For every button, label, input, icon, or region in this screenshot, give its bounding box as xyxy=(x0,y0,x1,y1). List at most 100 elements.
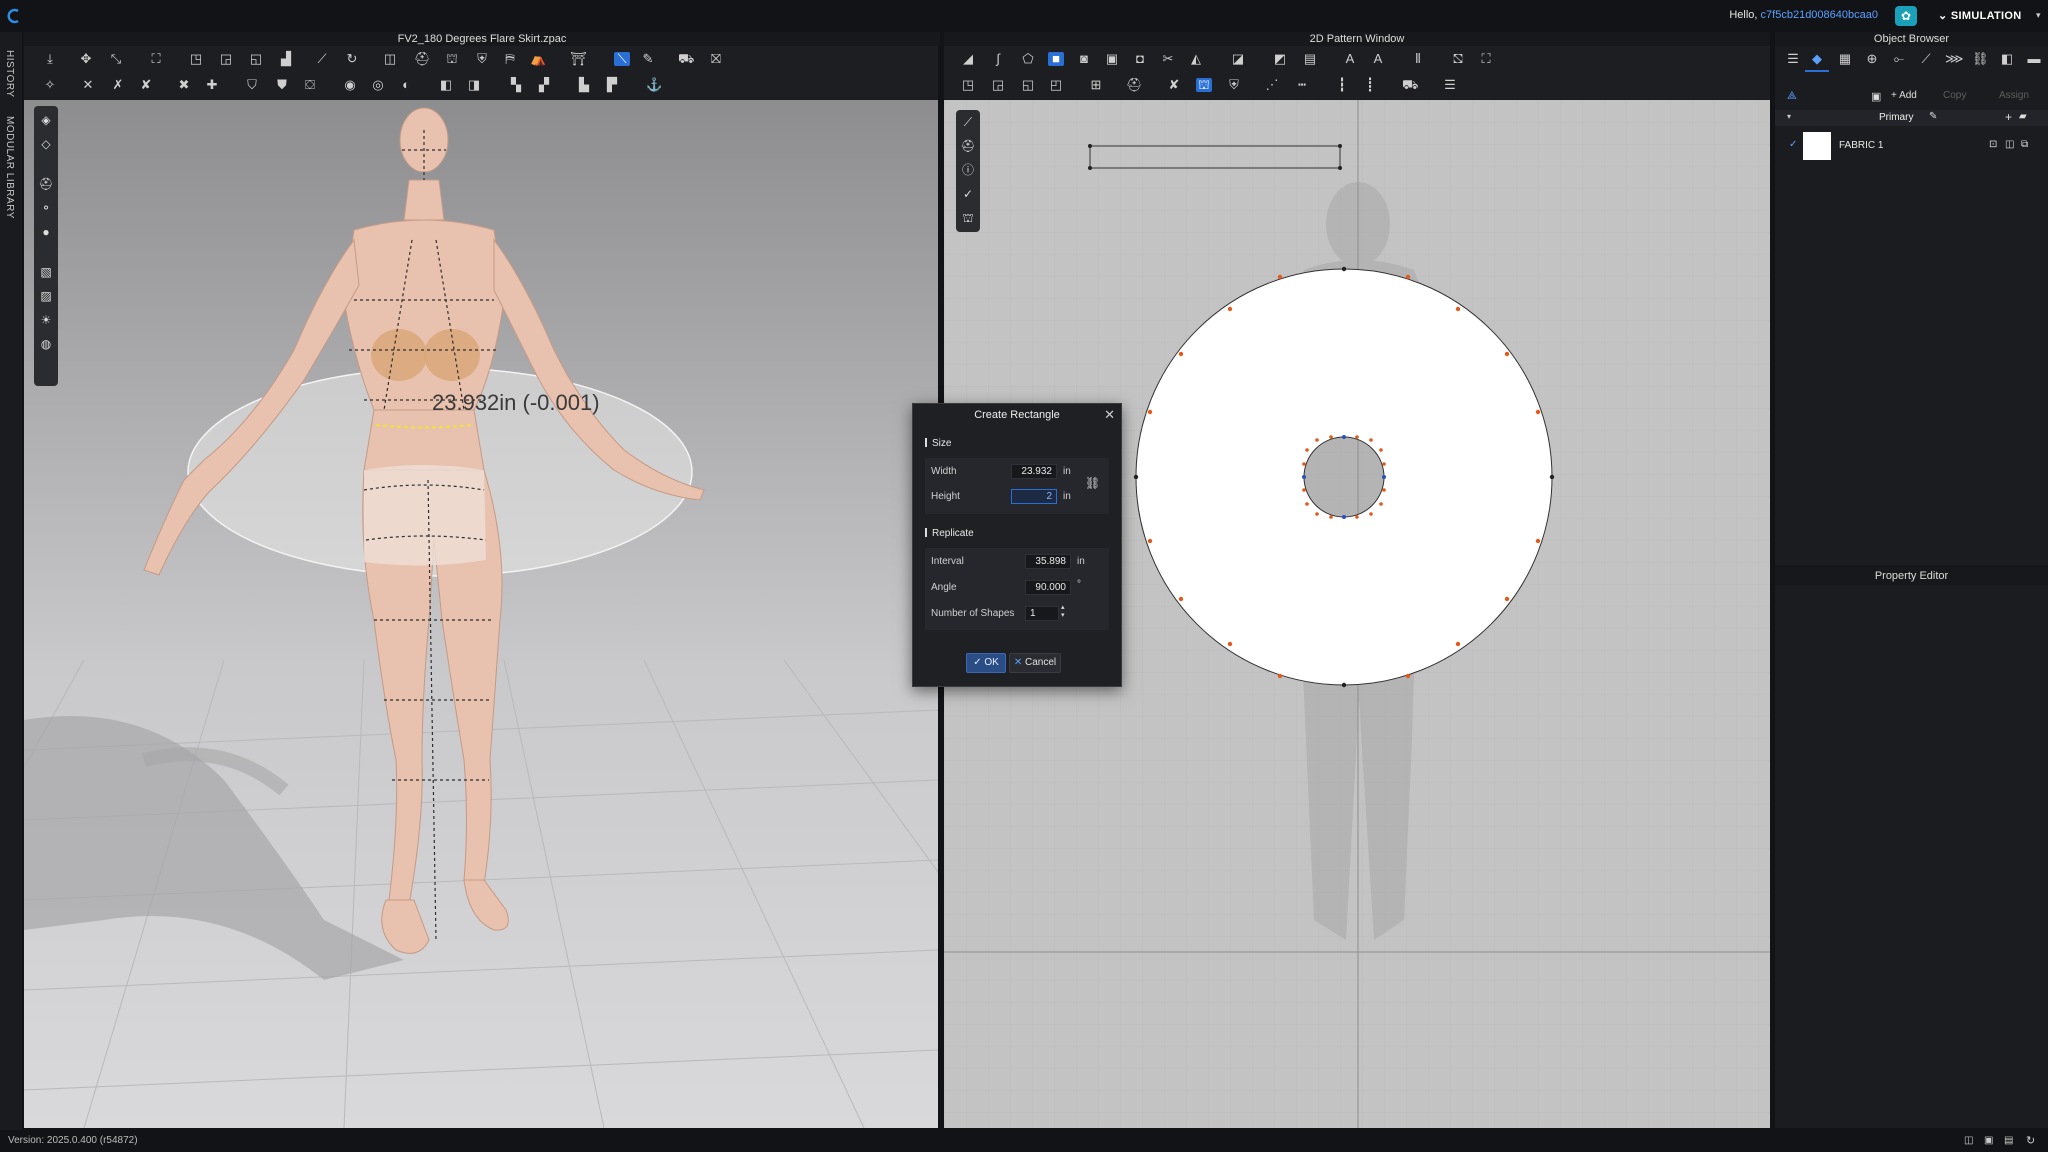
folder-icon[interactable]: ▰ xyxy=(2019,111,2027,122)
internal-rectangle-icon[interactable]: ▣ xyxy=(1104,52,1120,66)
globe-icon[interactable]: ◎ xyxy=(370,78,386,92)
binding-icon[interactable]: ◱ xyxy=(1020,78,1036,92)
seam-allowance-icon[interactable]: ◳ xyxy=(960,78,976,92)
list-icon[interactable]: ☰ xyxy=(1785,52,1801,66)
fold-pattern-icon[interactable]: ⛞ xyxy=(1450,52,1466,66)
tab-history[interactable]: HISTORY xyxy=(4,50,15,98)
show-garment-icon[interactable]: ⛑ xyxy=(38,176,54,192)
hanger-icon[interactable]: ⛺ xyxy=(530,52,546,66)
pattern-assign-icon[interactable]: ◫ xyxy=(2005,139,2014,150)
shrink-icon[interactable]: ▛ xyxy=(604,78,620,92)
strengthen-icon[interactable]: ▙ xyxy=(576,78,592,92)
anchor-icon[interactable]: ⚓ xyxy=(646,78,662,92)
transform-icon[interactable]: ⤡ xyxy=(108,52,124,66)
graphic-tab-icon[interactable]: ◧ xyxy=(1999,52,2015,66)
copy-button[interactable]: Copy xyxy=(1943,90,1966,101)
pencil-icon[interactable]: ✎ xyxy=(640,52,656,66)
fabric-list-item[interactable]: ✓ FABRIC 1 ⊡ ◫ ⧉ xyxy=(1775,130,2048,162)
refresh-icon[interactable]: ↻ xyxy=(2026,1134,2035,1147)
text-icon[interactable]: A xyxy=(1342,52,1358,66)
line-tool-icon[interactable]: ⟋ xyxy=(960,114,976,130)
pin-icon[interactable]: ◱ xyxy=(248,52,264,66)
viewport-3d[interactable]: 23.932in (-0.001) ◈ ◇ ⛑ ⚬ ● ▧ ▨ ☀ ◍ xyxy=(24,100,938,1128)
check-icon[interactable]: ✓ xyxy=(1789,139,1797,150)
3d-view-icon[interactable]: ◈ xyxy=(38,112,54,128)
sew-2d-icon[interactable]: ✘ xyxy=(1166,78,1182,92)
graphic-2d-icon[interactable]: ⛟ xyxy=(1402,78,1418,92)
grid-icon[interactable]: ☰ xyxy=(1442,78,1458,92)
rectangle-icon[interactable]: ■ xyxy=(1048,52,1064,66)
trace-icon[interactable]: ◐ xyxy=(398,78,414,92)
layer-edit-icon[interactable]: ◨ xyxy=(466,78,482,92)
fabric-edit-icon[interactable]: ⛊ xyxy=(274,78,290,92)
fabric-icon[interactable]: ⛉ xyxy=(244,78,260,92)
topstitch-tab-icon[interactable]: ⟋ xyxy=(1918,52,1934,66)
move-icon[interactable]: ✥ xyxy=(78,52,94,66)
light-icon[interactable]: ☀ xyxy=(38,312,54,328)
link-icon[interactable]: ⛓ xyxy=(1085,476,1100,490)
fit-icon[interactable]: ⛋ xyxy=(302,78,318,92)
user-greeting[interactable]: Hello, c7f5cb21d008640bcaa0 xyxy=(1729,9,1878,21)
texture-view-icon[interactable]: ▧ xyxy=(38,264,54,280)
fabric-swatch[interactable] xyxy=(1803,132,1831,160)
puckering-icon[interactable]: ▚ xyxy=(508,78,524,92)
sew-segment-icon[interactable]: ✗ xyxy=(110,78,126,92)
measure-icon[interactable]: ⛩ xyxy=(570,52,587,66)
apply-icon[interactable]: ⊡ xyxy=(1989,139,1997,150)
trim-tab-icon[interactable]: ⛓ xyxy=(1972,52,1989,66)
info-icon[interactable]: ⓘ xyxy=(960,162,976,178)
close-icon[interactable]: ✕ xyxy=(1104,407,1115,423)
tab-modular-library[interactable]: MODULAR LIBRARY xyxy=(4,116,15,219)
dashed-line-icon[interactable]: ┅ xyxy=(1294,78,1310,92)
gusset-icon[interactable]: ◪ xyxy=(1230,52,1246,66)
add-colorway-icon[interactable]: + xyxy=(2005,110,2012,124)
show-trims-icon[interactable]: ⚬ xyxy=(38,200,54,216)
rotate-icon[interactable]: ↻ xyxy=(344,52,360,66)
colorway-row[interactable]: ▾ Primary ✎ + ▰ xyxy=(1775,110,2048,126)
line-icon[interactable]: ⟋ xyxy=(314,52,330,66)
select-icon[interactable]: ✧ xyxy=(42,78,58,92)
check-tool-icon[interactable]: ✓ xyxy=(960,186,976,202)
solidify-icon[interactable]: ▞ xyxy=(536,78,552,92)
tape-measure-icon[interactable]: ⟍ xyxy=(614,52,630,66)
download-icon[interactable]: ⤓ xyxy=(42,52,58,66)
garment-icon[interactable]: ⛶ xyxy=(148,52,164,66)
brush-icon[interactable]: ▟ xyxy=(278,52,294,66)
assign-button[interactable]: Assign xyxy=(1999,90,2029,101)
shirt-2d-view-icon[interactable]: ⛑ xyxy=(960,138,976,154)
trace-pattern-icon[interactable]: ◩ xyxy=(1272,52,1288,66)
interval-input[interactable] xyxy=(1025,554,1071,569)
avatar-tool-icon[interactable]: ◫ xyxy=(382,52,398,66)
seam-edit-icon[interactable]: ✚ xyxy=(204,78,220,92)
shirt-icon[interactable]: ⛑ xyxy=(414,52,431,66)
zipper-icon[interactable]: ⛿ xyxy=(502,52,518,66)
sew-free-icon[interactable]: ✘ xyxy=(138,78,154,92)
garment-view-icon[interactable]: ⛫ xyxy=(960,210,976,226)
chevron-down-icon[interactable]: ▾ xyxy=(2036,10,2041,21)
texture-icon[interactable]: ◉ xyxy=(342,78,358,92)
environment-icon[interactable]: ◍ xyxy=(38,336,54,352)
topstitch-icon[interactable]: ┇ xyxy=(1334,78,1350,92)
collapse-caret-icon[interactable]: ▾ xyxy=(1787,112,1791,121)
garment-edit-2d-icon[interactable]: ⛨ xyxy=(1226,78,1242,92)
show-avatar-icon[interactable]: ● xyxy=(38,224,54,240)
internal-circle-icon[interactable]: ◘ xyxy=(1132,52,1148,66)
user-id[interactable]: c7f5cb21d008640bcaa0 xyxy=(1761,9,1878,21)
topstitch-edit-icon[interactable]: ┋ xyxy=(1362,78,1378,92)
puckering-tab-icon[interactable]: ⋙ xyxy=(1945,52,1964,66)
shirt-add-icon[interactable]: ⛫ xyxy=(444,52,460,66)
stepper-arrows-icon[interactable]: ▴ ▾ xyxy=(1061,604,1065,620)
seam-icon[interactable]: ✖ xyxy=(176,78,192,92)
circle-icon[interactable]: ◙ xyxy=(1076,52,1092,66)
edit-colorway-icon[interactable]: ✎ xyxy=(1929,111,1937,122)
fabric-tab-icon[interactable]: ◆ xyxy=(1809,52,1825,66)
layout-single-icon[interactable]: ◫ xyxy=(1964,1135,1973,1146)
ok-button[interactable]: ✓ OK xyxy=(966,653,1006,673)
width-input[interactable] xyxy=(1011,464,1057,479)
edit-curve-icon[interactable]: ∫ xyxy=(990,52,1006,66)
grain-icon[interactable]: ⦀ xyxy=(1410,52,1426,66)
seam-allowance-edit-icon[interactable]: ◲ xyxy=(990,78,1006,92)
fold-icon[interactable]: ◳ xyxy=(188,52,204,66)
duplicate-icon[interactable]: ⧉ xyxy=(2021,139,2028,150)
segment-icon[interactable]: ⋰ xyxy=(1264,78,1280,92)
